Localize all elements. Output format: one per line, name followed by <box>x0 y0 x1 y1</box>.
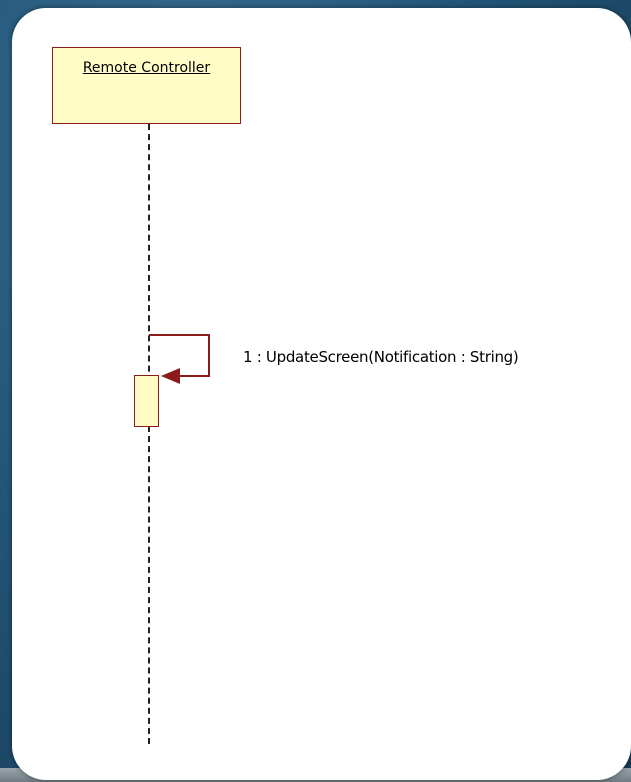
message-label: 1 : UpdateScreen(Notification : String) <box>243 348 519 366</box>
arrow-head <box>161 368 180 384</box>
self-message-arrow[interactable] <box>0 0 631 782</box>
